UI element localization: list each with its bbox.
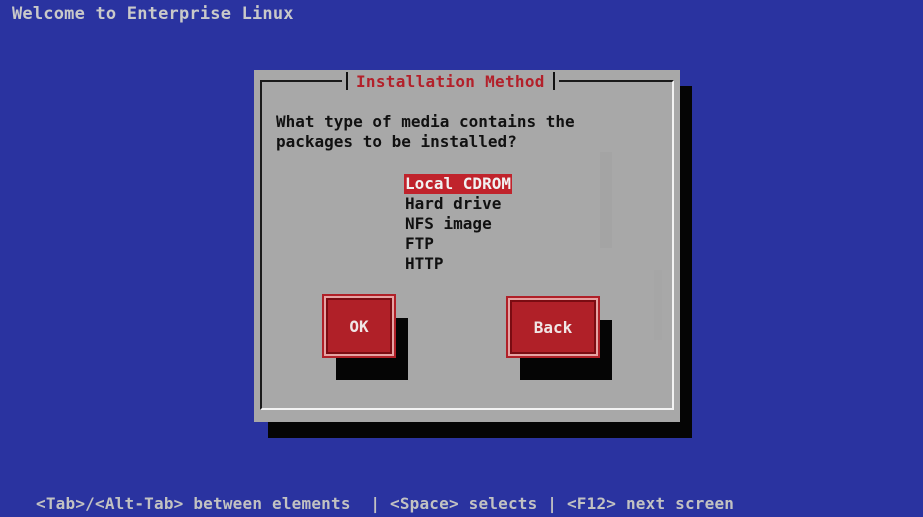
list-item-http[interactable]: HTTP — [404, 254, 445, 274]
ok-button[interactable]: OK — [322, 294, 396, 358]
list-item-hard-drive[interactable]: Hard drive — [404, 194, 502, 214]
welcome-banner: Welcome to Enterprise Linux — [12, 4, 294, 24]
list-item-local-cdrom[interactable]: Local CDROM — [404, 174, 512, 194]
status-bar-help: <Tab>/<Alt-Tab> between elements | <Spac… — [36, 494, 735, 513]
list-item-nfs-image[interactable]: NFS image — [404, 214, 493, 234]
installation-method-dialog: Installation Method What type of media c… — [254, 70, 680, 422]
question-line-1: What type of media contains the — [276, 112, 575, 131]
title-right-bracket — [552, 72, 555, 90]
ghost-artifact-2 — [654, 270, 662, 340]
dialog-question: What type of media contains the packages… — [276, 112, 575, 152]
back-button[interactable]: Back — [506, 296, 600, 358]
question-line-2: packages to be installed? — [276, 132, 517, 151]
media-listbox[interactable]: Local CDROM Hard drive NFS image FTP HTT… — [404, 174, 544, 274]
dialog-title-wrap: Installation Method — [342, 70, 559, 92]
ghost-artifact-1 — [600, 152, 612, 248]
dialog-title: Installation Method — [356, 71, 545, 91]
list-item-ftp[interactable]: FTP — [404, 234, 435, 254]
